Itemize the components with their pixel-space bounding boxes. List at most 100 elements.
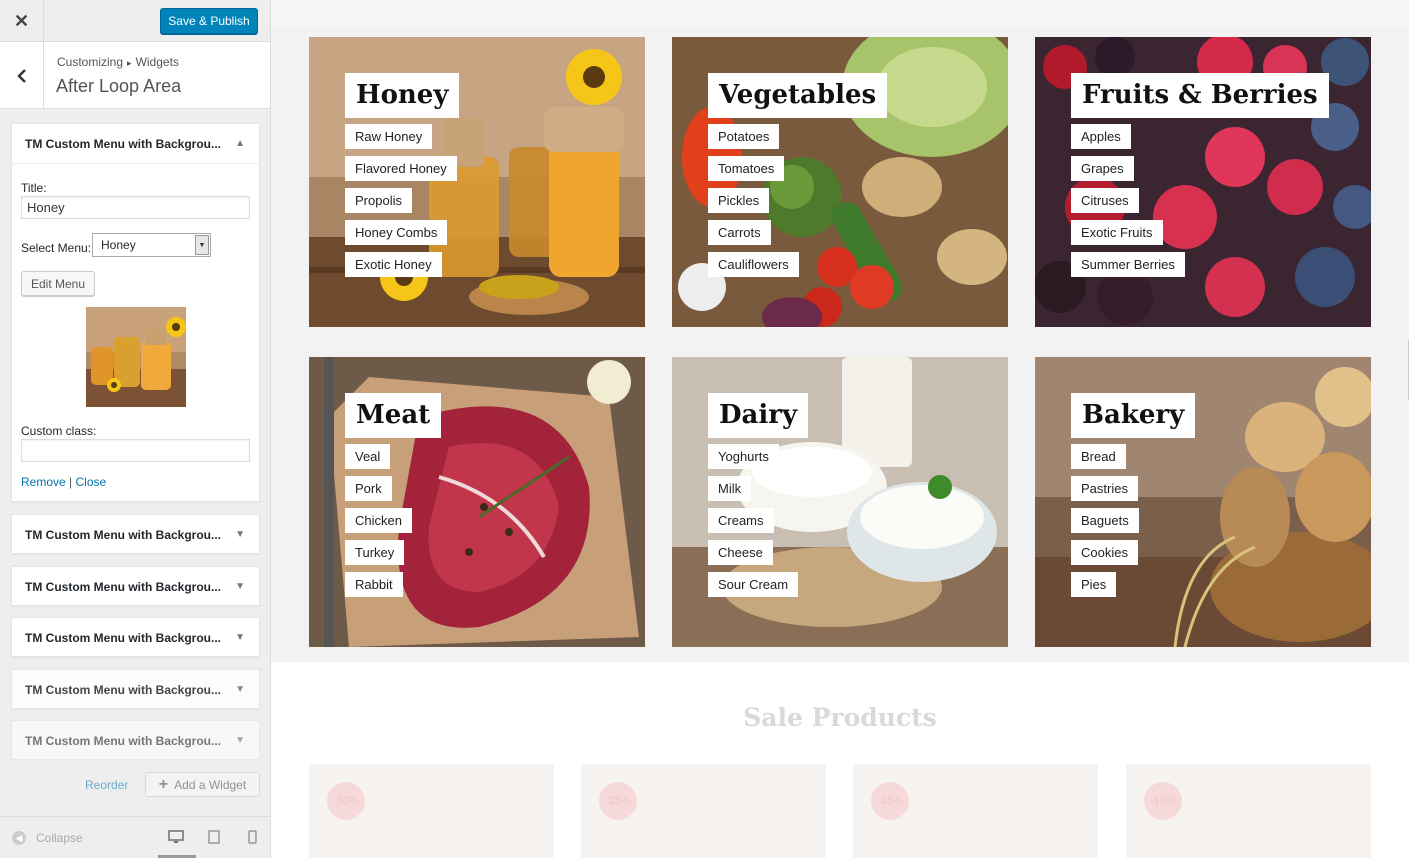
breadcrumb-customizing: Customizing (57, 55, 124, 69)
close-customizer-button[interactable]: ✕ (0, 0, 44, 42)
menu-item[interactable]: Milk (708, 476, 752, 501)
card-title[interactable]: Honey (345, 73, 460, 118)
card-menu: Raw Honey Flavored Honey Propolis Honey … (345, 124, 457, 284)
widget-collapsed[interactable]: TM Custom Menu with Backgrou... ▼ (11, 566, 260, 606)
category-card-bakery[interactable]: Bakery Bread Pastries Baguets Cookies Pi… (1035, 357, 1371, 647)
category-card-dairy[interactable]: Dairy Yoghurts Milk Creams Cheese Sour C… (672, 357, 1008, 647)
chevron-left-icon (16, 68, 26, 83)
menu-item[interactable]: Yoghurts (708, 444, 779, 469)
save-publish-button[interactable]: Save & Publish (160, 8, 258, 34)
select-menu-dropdown[interactable]: Honey ▼ (92, 233, 211, 257)
card-title[interactable]: Vegetables (708, 73, 888, 118)
menu-item[interactable]: Turkey (345, 540, 405, 565)
title-label: Title: (21, 181, 47, 195)
close-icon: ✕ (13, 10, 30, 31)
sale-badge: -30% (327, 782, 365, 820)
widget-title: TM Custom Menu with Backgrou... (25, 136, 222, 151)
menu-item[interactable]: Carrots (708, 220, 771, 245)
menu-item[interactable]: Bread (1071, 444, 1126, 469)
collapse-button[interactable]: ◀ Collapse (12, 831, 83, 845)
card-title[interactable]: Bakery (1071, 393, 1196, 438)
menu-item[interactable]: Baguets (1071, 508, 1139, 533)
category-card-meat[interactable]: Meat Veal Pork Chicken Turkey Rabbit (309, 357, 645, 647)
widget-header-toggle[interactable]: TM Custom Menu with Backgrou... ▲ (12, 124, 259, 164)
menu-item[interactable]: Raw Honey (345, 124, 433, 149)
menu-item[interactable]: Apples (1071, 124, 1131, 149)
back-button[interactable] (0, 42, 44, 109)
widget-collapsed[interactable]: TM Custom Menu with Backgrou... ▼ (11, 617, 260, 657)
menu-item[interactable]: Rabbit (345, 572, 403, 597)
widget-actions: Remove | Close (21, 475, 106, 489)
category-card-fruits-berries[interactable]: Fruits & Berries Apples Grapes Citruses … (1035, 37, 1371, 327)
custom-class-label: Custom class: (21, 424, 97, 438)
desktop-preview-icon[interactable] (168, 830, 184, 844)
remove-link[interactable]: Remove (21, 475, 66, 489)
close-link[interactable]: Close (76, 475, 107, 489)
sale-badge: -10% (1144, 782, 1182, 820)
site-preview: Honey Raw Honey Flavored Honey Propolis … (271, 0, 1409, 858)
category-card-honey[interactable]: Honey Raw Honey Flavored Honey Propolis … (309, 37, 645, 327)
menu-item[interactable]: Flavored Honey (345, 156, 457, 181)
widget-title: TM Custom Menu with Backgrou... (25, 683, 222, 697)
add-widget-label: Add a Widget (174, 777, 247, 792)
collapse-label: Collapse (36, 831, 83, 845)
menu-item[interactable]: Sour Cream (708, 572, 799, 597)
link-separator: | (69, 475, 73, 489)
widget-title: TM Custom Menu with Backgrou... (25, 631, 222, 645)
widget-collapsed[interactable]: TM Custom Menu with Backgrou... ▼ (11, 720, 260, 760)
menu-item[interactable]: Exotic Honey (345, 252, 442, 277)
widget-title: TM Custom Menu with Backgrou... (25, 580, 222, 594)
menu-item[interactable]: Exotic Fruits (1071, 220, 1163, 245)
card-menu: Potatoes Tomatoes Pickles Carrots Caulif… (708, 124, 799, 284)
mobile-preview-icon[interactable] (244, 830, 260, 844)
title-input[interactable]: Honey (21, 196, 250, 219)
menu-item[interactable]: Propolis (345, 188, 412, 213)
add-widget-button[interactable]: + Add a Widget (145, 772, 260, 797)
breadcrumb-separator: ▸ (127, 58, 132, 68)
menu-item[interactable]: Veal (345, 444, 391, 469)
caret-down-icon: ▼ (235, 581, 245, 592)
card-title[interactable]: Meat (345, 393, 442, 438)
edit-menu-button[interactable]: Edit Menu (21, 271, 95, 296)
tablet-preview-icon[interactable] (206, 830, 222, 844)
menu-item[interactable]: Pies (1071, 572, 1117, 597)
product-card[interactable]: -25% (581, 764, 826, 858)
menu-item[interactable]: Honey Combs (345, 220, 448, 245)
caret-down-icon: ▼ (235, 684, 245, 695)
menu-item[interactable]: Cauliflowers (708, 252, 799, 277)
sale-products-heading: Sale Products (743, 703, 937, 732)
menu-item[interactable]: Cheese (708, 540, 773, 565)
card-menu: Veal Pork Chicken Turkey Rabbit (345, 444, 412, 604)
widget-collapsed[interactable]: TM Custom Menu with Backgrou... ▼ (11, 514, 260, 554)
menu-item[interactable]: Tomatoes (708, 156, 785, 181)
plus-icon: + (158, 775, 169, 793)
menu-item[interactable]: Grapes (1071, 156, 1134, 181)
select-menu-label: Select Menu: (21, 241, 92, 255)
menu-item[interactable]: Creams (708, 508, 774, 533)
product-card[interactable]: -10% (1126, 764, 1371, 858)
customizer-header: ✕ Save & Publish (0, 0, 270, 42)
menu-item[interactable]: Summer Berries (1071, 252, 1185, 277)
card-title[interactable]: Dairy (708, 393, 809, 438)
category-card-vegetables[interactable]: Vegetables Potatoes Tomatoes Pickles Car… (672, 37, 1008, 327)
menu-item[interactable]: Pork (345, 476, 392, 501)
menu-item[interactable]: Chicken (345, 508, 412, 533)
card-title[interactable]: Fruits & Berries (1071, 73, 1329, 118)
menu-item[interactable]: Cookies (1071, 540, 1138, 565)
card-menu: Yoghurts Milk Creams Cheese Sour Cream (708, 444, 799, 604)
breadcrumb-widgets: Widgets (135, 55, 179, 69)
menu-item[interactable]: Pickles (708, 188, 770, 213)
menu-item[interactable]: Citruses (1071, 188, 1139, 213)
menu-item[interactable]: Pastries (1071, 476, 1138, 501)
collapse-arrow-icon: ◀ (12, 831, 26, 845)
customizer-footer: ◀ Collapse (0, 816, 270, 858)
menu-item[interactable]: Potatoes (708, 124, 780, 149)
product-card[interactable]: -15% (853, 764, 1098, 858)
caret-down-icon: ▼ (235, 529, 245, 540)
custom-class-input[interactable] (21, 439, 250, 462)
product-card[interactable]: -30% (309, 764, 554, 858)
widget-collapsed[interactable]: TM Custom Menu with Backgrou... ▼ (11, 669, 260, 709)
background-image-thumbnail[interactable] (86, 307, 186, 407)
reorder-link[interactable]: Reorder (85, 778, 128, 792)
widget-title: TM Custom Menu with Backgrou... (25, 734, 222, 748)
